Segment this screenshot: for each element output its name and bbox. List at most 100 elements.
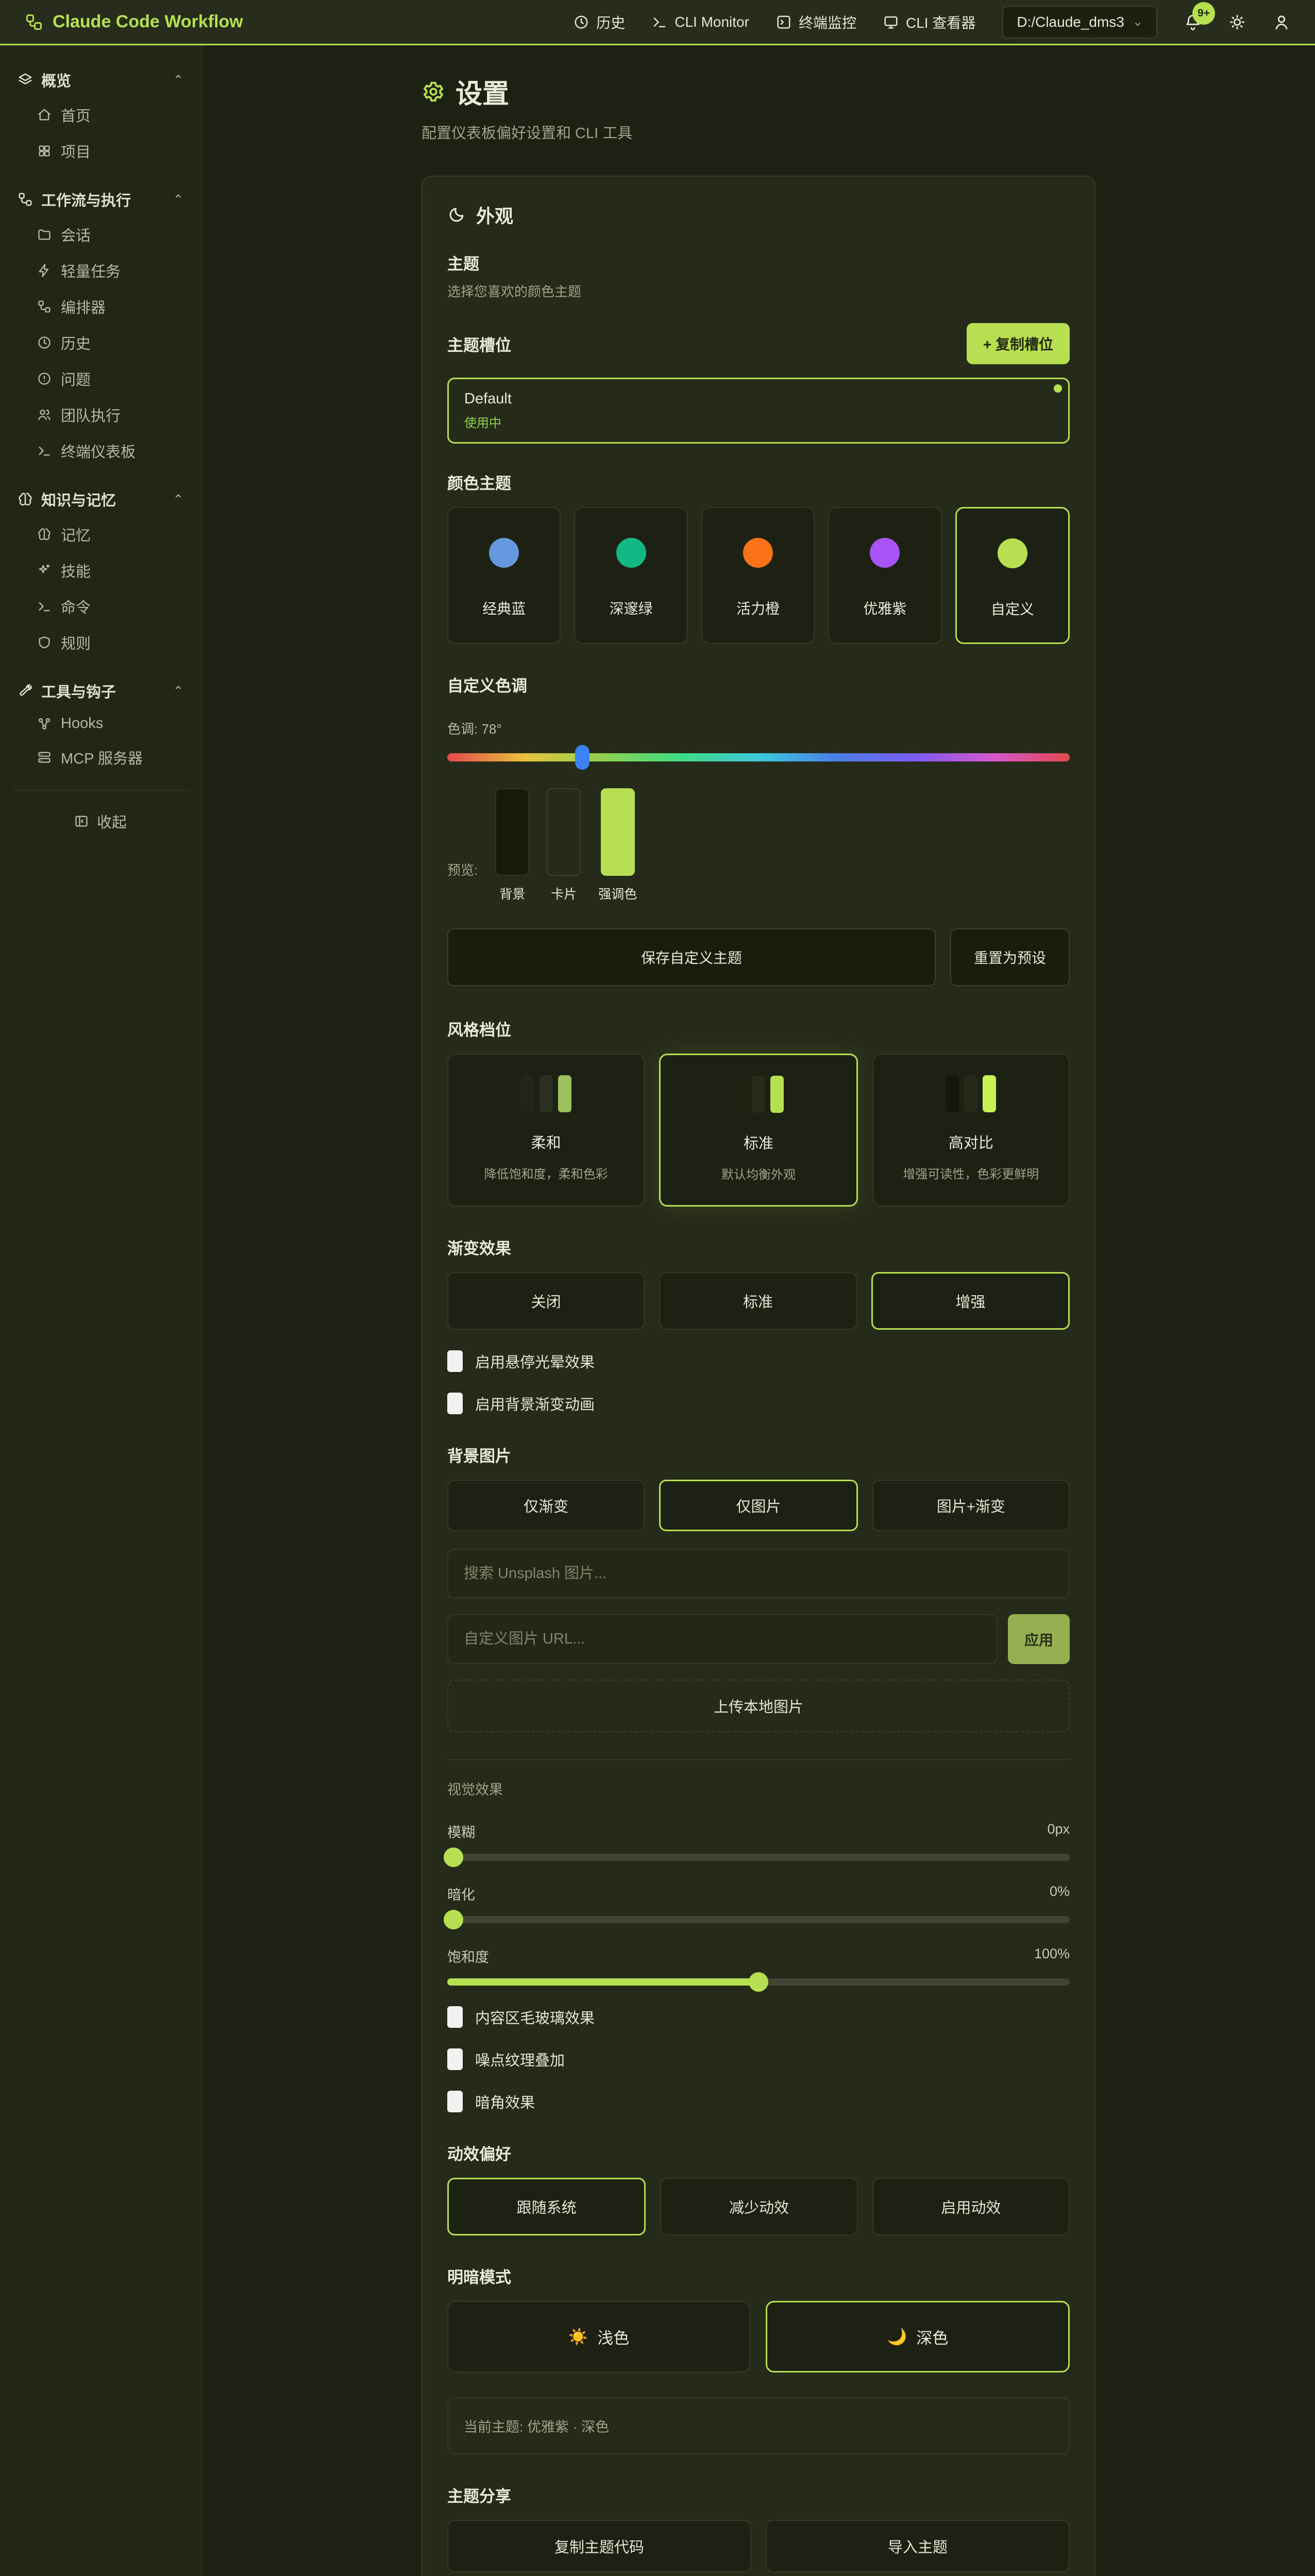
- gradient-options: 关闭 标准 增强: [447, 1272, 1070, 1330]
- checkbox-unchecked[interactable]: [447, 2048, 463, 2070]
- bg-mode-gradient-only[interactable]: 仅渐变: [447, 1480, 645, 1531]
- theme-card-custom[interactable]: 自定义: [955, 507, 1070, 644]
- tier-standard[interactable]: 标准 默认均衡外观: [659, 1054, 857, 1207]
- copy-theme-code-button[interactable]: 复制主题代码: [447, 2520, 751, 2572]
- checkbox-unchecked[interactable]: [447, 2006, 463, 2028]
- nav-cli-monitor[interactable]: CLI Monitor: [652, 14, 749, 30]
- moon-icon: [447, 206, 466, 224]
- bg-mode-image-gradient[interactable]: 图片+渐变: [872, 1480, 1070, 1531]
- sidebar-item-memory[interactable]: 记忆: [12, 516, 189, 552]
- sidebar-item-rules[interactable]: 规则: [12, 624, 189, 660]
- chevron-up-icon: ⌃: [173, 192, 183, 207]
- checkbox-unchecked[interactable]: [447, 1350, 463, 1372]
- project-selector[interactable]: D:/Claude_dms3 ⌄: [1002, 6, 1157, 39]
- tier-high-contrast[interactable]: 高对比 增强可读性，色彩更鲜明: [872, 1054, 1070, 1207]
- reset-preset-button[interactable]: 重置为预设: [950, 928, 1070, 986]
- nav-history[interactable]: 历史: [574, 12, 625, 32]
- motion-follow-system[interactable]: 跟随系统: [447, 2178, 646, 2235]
- sidebar-collapse-button[interactable]: 收起: [12, 804, 189, 838]
- orchestrator-icon: [37, 299, 52, 314]
- sidebar-item-issues[interactable]: 问题: [12, 361, 189, 397]
- appearance-card: 外观 主题 选择您喜欢的颜色主题 主题槽位 + 复制槽位 Default 使用中…: [422, 176, 1095, 2576]
- alert-circle-icon: [37, 371, 52, 386]
- theme-card-classic-blue[interactable]: 经典蓝: [447, 507, 561, 644]
- brain-icon: [37, 527, 52, 541]
- preview-background: 背景: [495, 788, 529, 903]
- light-mode-button[interactable]: ☀️ 浅色: [447, 2301, 750, 2372]
- sidebar-item-commands[interactable]: 命令: [12, 588, 189, 624]
- hue-slider-thumb[interactable]: [575, 745, 589, 770]
- theme-card-vivid-orange[interactable]: 活力橙: [701, 507, 815, 644]
- sidebar-item-sessions[interactable]: 会话: [12, 216, 189, 252]
- style-tier-label: 风格档位: [447, 1017, 1070, 1040]
- blur-slider[interactable]: [447, 1854, 1070, 1861]
- layers-icon: [18, 72, 33, 88]
- noise-texture-checkbox-row[interactable]: 噪点纹理叠加: [447, 2048, 1070, 2070]
- sidebar-section-overview-header[interactable]: 概览 ⌃: [12, 63, 189, 97]
- dark-mode-button[interactable]: 🌙 深色: [766, 2301, 1070, 2372]
- main-area: 设置 配置仪表板偏好设置和 CLI 工具 外观 主题 选择您喜欢的颜色主题 主题…: [202, 45, 1315, 2576]
- mode-label: 明暗模式: [447, 2264, 1070, 2287]
- saturation-slider[interactable]: [447, 1978, 1070, 1986]
- custom-image-url-input[interactable]: [447, 1614, 998, 1664]
- import-theme-button[interactable]: 导入主题: [766, 2520, 1070, 2572]
- tier-soft-swatches: [521, 1075, 571, 1112]
- darken-slider-thumb[interactable]: [444, 1910, 463, 1929]
- bg-image-label: 背景图片: [447, 1443, 1070, 1466]
- gradient-off[interactable]: 关闭: [447, 1272, 645, 1330]
- sun-emoji-icon: ☀️: [568, 2327, 588, 2346]
- checkbox-unchecked[interactable]: [447, 2091, 463, 2112]
- sparkles-icon: [37, 563, 52, 578]
- saturation-slider-thumb[interactable]: [749, 1972, 768, 1992]
- wrench-icon: [18, 683, 33, 699]
- sidebar-section-workflow-header[interactable]: 工作流与执行 ⌃: [12, 182, 189, 216]
- sidebar-item-home[interactable]: 首页: [12, 97, 189, 133]
- frosted-glass-checkbox-row[interactable]: 内容区毛玻璃效果: [447, 2006, 1070, 2028]
- blur-slider-thumb[interactable]: [444, 1848, 463, 1867]
- sidebar-item-skills[interactable]: 技能: [12, 552, 189, 588]
- gradient-standard[interactable]: 标准: [659, 1272, 856, 1330]
- sidebar-item-light-tasks[interactable]: 轻量任务: [12, 252, 189, 289]
- sidebar-item-hooks[interactable]: Hooks: [12, 708, 189, 739]
- nav-terminal-monitor[interactable]: 终端监控: [776, 12, 856, 32]
- chevron-down-icon: ⌄: [1133, 14, 1143, 29]
- copy-slot-button[interactable]: + 复制槽位: [967, 323, 1070, 364]
- gradient-enhanced[interactable]: 增强: [871, 1272, 1070, 1330]
- notifications-button[interactable]: 9+: [1184, 13, 1202, 31]
- sidebar-item-history[interactable]: 历史: [12, 325, 189, 361]
- sidebar-item-projects[interactable]: 项目: [12, 133, 189, 169]
- theme-toggle-button[interactable]: [1228, 13, 1246, 31]
- terminal-square-icon: [776, 14, 791, 30]
- upload-local-image-button[interactable]: 上传本地图片: [447, 1680, 1070, 1732]
- tier-standard-swatches: [733, 1076, 784, 1113]
- clock-icon: [574, 14, 589, 30]
- theme-card-deep-green[interactable]: 深邃绿: [574, 507, 687, 644]
- sidebar-section-tools: 工具与钩子 ⌃ Hooks MCP 服务器: [12, 674, 189, 775]
- bg-mode-image-only[interactable]: 仅图片: [659, 1480, 857, 1531]
- vignette-checkbox-row[interactable]: 暗角效果: [447, 2091, 1070, 2112]
- unsplash-search-input[interactable]: [447, 1549, 1070, 1599]
- user-menu-button[interactable]: [1273, 13, 1290, 31]
- theme-slot-default[interactable]: Default 使用中: [447, 378, 1070, 444]
- save-custom-theme-button[interactable]: 保存自定义主题: [447, 928, 936, 986]
- checkbox-unchecked[interactable]: [447, 1393, 463, 1414]
- theme-card-elegant-purple[interactable]: 优雅紫: [828, 507, 941, 644]
- sidebar-item-terminal-dashboard[interactable]: 终端仪表板: [12, 433, 189, 469]
- sidebar-section-knowledge-header[interactable]: 知识与记忆 ⌃: [12, 482, 189, 516]
- darken-slider[interactable]: [447, 1916, 1070, 1923]
- bg-animation-checkbox-row[interactable]: 启用背景渐变动画: [447, 1393, 1070, 1414]
- apply-url-button[interactable]: 应用: [1008, 1614, 1070, 1664]
- motion-reduced[interactable]: 减少动效: [660, 2178, 857, 2235]
- hue-value: 色调: 78°: [447, 719, 1070, 738]
- sidebar-item-orchestrator[interactable]: 编排器: [12, 289, 189, 325]
- tier-soft[interactable]: 柔和 降低饱和度，柔和色彩: [447, 1054, 645, 1207]
- sidebar-item-mcp-server[interactable]: MCP 服务器: [12, 739, 189, 775]
- hue-slider[interactable]: [447, 753, 1070, 761]
- nav-cli-viewer[interactable]: CLI 查看器: [883, 12, 975, 32]
- sidebar-section-tools-header[interactable]: 工具与钩子 ⌃: [12, 674, 189, 708]
- visual-effects-label: 视觉效果: [447, 1778, 1070, 1799]
- motion-enabled[interactable]: 启用动效: [872, 2178, 1070, 2235]
- hover-glow-checkbox-row[interactable]: 启用悬停光晕效果: [447, 1350, 1070, 1372]
- preview-card: 卡片: [547, 788, 581, 903]
- sidebar-item-team-exec[interactable]: 团队执行: [12, 397, 189, 433]
